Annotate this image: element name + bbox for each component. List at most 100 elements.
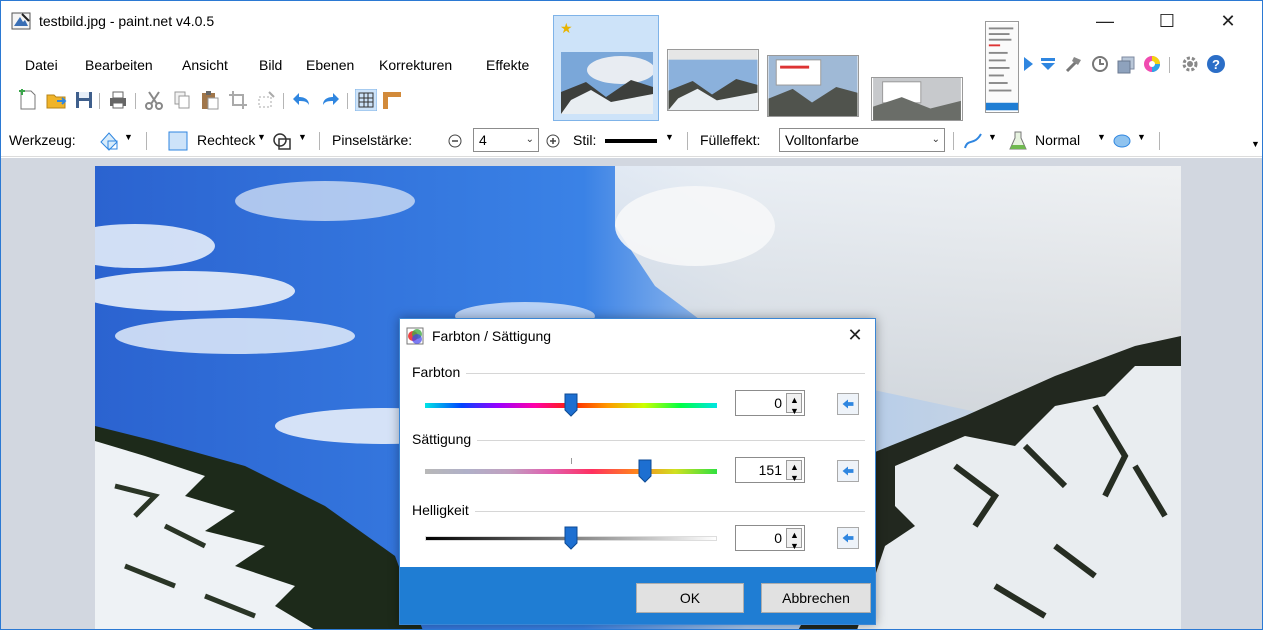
rectangle-shape-icon[interactable] bbox=[167, 130, 189, 152]
toolbar-separator bbox=[687, 132, 688, 150]
line-style-preview[interactable] bbox=[605, 139, 657, 143]
toolbar-overflow-caret[interactable]: ▼ bbox=[1251, 139, 1260, 149]
tool-label: Werkzeug: bbox=[9, 132, 76, 148]
increase-brush-icon[interactable] bbox=[545, 133, 561, 149]
shape-dropdown-caret[interactable]: ▼ bbox=[257, 132, 266, 142]
menu-bild[interactable]: Bild bbox=[259, 57, 282, 73]
thumbnail-image-3[interactable] bbox=[767, 55, 859, 117]
lightness-reset-button[interactable] bbox=[837, 527, 859, 549]
brush-width-combo[interactable]: 4 ⌄ bbox=[473, 128, 539, 152]
fill-mode-value: Volltonfarbe bbox=[785, 132, 859, 148]
toolbar-separator bbox=[1159, 132, 1160, 150]
fill-label: Fülleffekt: bbox=[700, 132, 761, 148]
paintnet-app-icon bbox=[11, 12, 31, 30]
hue-value-field[interactable]: 0 ▲ ▼ bbox=[735, 390, 805, 416]
redo-icon[interactable] bbox=[319, 89, 341, 111]
blend-mode-label[interactable]: Normal bbox=[1035, 132, 1080, 148]
dialog-title: Farbton / Sättigung bbox=[432, 328, 552, 344]
antialiasing-dropdown-caret[interactable]: ▼ bbox=[988, 132, 997, 142]
undo-icon[interactable] bbox=[291, 89, 313, 111]
shape-label[interactable]: Rechteck bbox=[197, 132, 255, 148]
settings-icon[interactable] bbox=[1179, 53, 1201, 75]
selection-dropdown-caret[interactable]: ▼ bbox=[1137, 132, 1146, 142]
paintnet-window: testbild.jpg - paint.net v4.0.5 — ☐ ✕ ★ bbox=[0, 0, 1263, 630]
saturation-label: Sättigung bbox=[412, 431, 478, 447]
hue-label: Farbton bbox=[412, 364, 467, 380]
menu-ebenen[interactable]: Ebenen bbox=[306, 57, 354, 73]
fill-mode-combo[interactable]: Volltonfarbe ⌄ bbox=[779, 128, 945, 152]
layers-icon[interactable] bbox=[1115, 53, 1137, 75]
new-file-icon[interactable] bbox=[17, 89, 39, 111]
saturation-slider-track[interactable] bbox=[425, 469, 717, 474]
grid-icon[interactable] bbox=[355, 89, 377, 111]
hue-reset-button[interactable] bbox=[837, 393, 859, 415]
toolbar-separator bbox=[146, 132, 147, 150]
print-icon[interactable] bbox=[107, 89, 129, 111]
collapse-arrow-icon[interactable] bbox=[1037, 53, 1059, 75]
window-title: testbild.jpg - paint.net v4.0.5 bbox=[39, 13, 215, 29]
shape-tool-icon[interactable] bbox=[98, 130, 120, 152]
toolbar-separator bbox=[347, 93, 348, 109]
menu-korrekturen[interactable]: Korrekturen bbox=[379, 57, 452, 73]
maximize-button[interactable]: ☐ bbox=[1147, 7, 1187, 35]
saturation-slider-thumb[interactable] bbox=[638, 459, 652, 483]
menu-bearbeiten[interactable]: Bearbeiten bbox=[85, 57, 153, 73]
tool-options-bar: Werkzeug: ▼ Rechteck ▼ ▼ Pinselstärke: 4… bbox=[1, 125, 1262, 157]
shape-draw-type-icon[interactable] bbox=[271, 130, 293, 152]
hue-spinner[interactable]: ▲ ▼ bbox=[786, 393, 802, 416]
draw-type-dropdown-caret[interactable]: ▼ bbox=[298, 132, 307, 142]
toolbar-separator bbox=[319, 132, 320, 150]
toolbar-separator bbox=[953, 132, 954, 150]
thumbnail-image-5[interactable] bbox=[985, 21, 1019, 113]
lightness-value: 0 bbox=[774, 530, 782, 546]
saturation-value-field[interactable]: 151 ▲ ▼ bbox=[735, 457, 805, 483]
toolbar-separator bbox=[1169, 57, 1170, 73]
crop-icon[interactable] bbox=[227, 89, 249, 111]
hue-saturation-dialog: Farbton / Sättigung ✕ Farbton 0 ▲ ▼ Sätt… bbox=[399, 318, 876, 625]
thumbnail-image-4[interactable] bbox=[871, 77, 963, 121]
lightness-slider-thumb[interactable] bbox=[564, 526, 578, 550]
deselect-icon[interactable] bbox=[255, 89, 277, 111]
blend-mode-icon[interactable] bbox=[1007, 130, 1029, 152]
star-icon: ★ bbox=[560, 20, 573, 36]
tool-dropdown-caret[interactable]: ▼ bbox=[124, 132, 133, 142]
style-dropdown-caret[interactable]: ▼ bbox=[665, 132, 674, 142]
rulers-icon[interactable] bbox=[381, 89, 403, 111]
thumbnail-image-1 bbox=[561, 52, 653, 114]
open-file-icon[interactable] bbox=[45, 89, 67, 111]
colors-icon[interactable] bbox=[1141, 53, 1163, 75]
menu-effekte[interactable]: Effekte bbox=[486, 57, 529, 73]
antialiasing-icon[interactable] bbox=[962, 130, 984, 152]
help-icon[interactable]: ? bbox=[1205, 53, 1227, 75]
decrease-brush-icon[interactable] bbox=[447, 133, 463, 149]
paste-icon[interactable] bbox=[199, 89, 221, 111]
hue-slider-thumb[interactable] bbox=[564, 393, 578, 417]
menu-ansicht[interactable]: Ansicht bbox=[182, 57, 228, 73]
saturation-spinner[interactable]: ▲ ▼ bbox=[786, 460, 802, 483]
saturation-reset-button[interactable] bbox=[837, 460, 859, 482]
ok-button[interactable]: OK bbox=[636, 583, 744, 613]
svg-text:?: ? bbox=[1212, 57, 1220, 72]
copy-icon[interactable] bbox=[171, 89, 193, 111]
history-icon[interactable] bbox=[1089, 53, 1111, 75]
tools-icon[interactable] bbox=[1063, 53, 1085, 75]
lightness-value-field[interactable]: 0 ▲ ▼ bbox=[735, 525, 805, 551]
chevron-down-icon: ⌄ bbox=[525, 134, 534, 145]
close-button[interactable]: ✕ bbox=[1208, 7, 1248, 35]
lightness-label: Helligkeit bbox=[412, 502, 475, 518]
blend-dropdown-caret[interactable]: ▼ bbox=[1097, 132, 1106, 142]
save-icon[interactable] bbox=[73, 89, 95, 111]
lightness-spinner[interactable]: ▲ ▼ bbox=[786, 528, 802, 551]
minimize-button[interactable]: — bbox=[1085, 7, 1125, 35]
thumbnail-image-2[interactable] bbox=[667, 49, 759, 111]
group-divider bbox=[412, 440, 865, 441]
cut-icon[interactable] bbox=[143, 89, 165, 111]
dialog-footer: OK Abbrechen bbox=[400, 567, 875, 624]
brush-width-label: Pinselstärke: bbox=[332, 132, 413, 148]
thumbnail-selected[interactable]: ★ bbox=[553, 15, 659, 121]
selection-mode-icon[interactable] bbox=[1111, 130, 1133, 152]
expand-arrow-icon[interactable] bbox=[1017, 53, 1039, 75]
cancel-button[interactable]: Abbrechen bbox=[761, 583, 871, 613]
menu-datei[interactable]: Datei bbox=[25, 57, 58, 73]
dialog-close-button[interactable]: ✕ bbox=[840, 323, 870, 347]
